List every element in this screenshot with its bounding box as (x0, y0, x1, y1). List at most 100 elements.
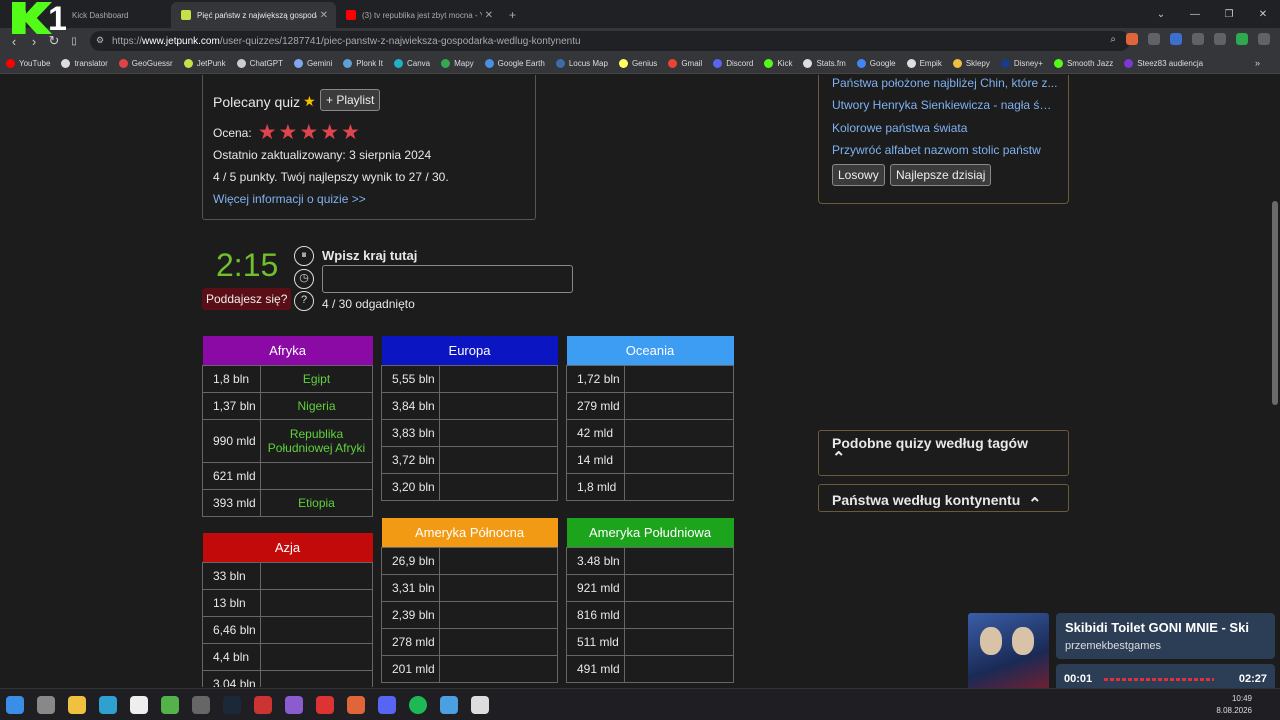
continent-header: Azja (202, 533, 373, 562)
bookmark-item[interactable]: Smooth Jazz (1053, 59, 1113, 68)
related-quiz-link[interactable]: Kolorowe państwa świata (832, 121, 1058, 135)
minimize-icon[interactable]: — (1178, 9, 1212, 20)
bookmark-item[interactable]: Kick (764, 59, 792, 68)
puzzle-icon[interactable] (1258, 33, 1270, 45)
bookmark-item[interactable]: Empik (906, 59, 942, 68)
gdp-value: 42 mld (566, 418, 625, 447)
star-icon[interactable]: ★ (341, 122, 360, 143)
page-content: Polecany quiz ★ + Playlist Ocena: ★ ★ ★ ★ ★ … (0, 75, 1270, 687)
tab-jetpunk-quiz[interactable]: Pięć państw z największą gospodarką ✕ (171, 2, 336, 28)
app-icon[interactable] (316, 695, 334, 714)
explorer-icon[interactable] (68, 695, 86, 714)
table-row: 1,72 bln (566, 364, 734, 393)
spotify-icon[interactable] (409, 695, 427, 714)
close-icon[interactable]: ✕ (320, 10, 328, 21)
extension-icon[interactable] (1214, 33, 1226, 45)
bookmark-item[interactable]: translator (61, 59, 108, 68)
give-up-button[interactable]: Poddajesz się? (202, 288, 292, 310)
answer-input[interactable] (322, 265, 573, 293)
notepad-icon[interactable] (440, 695, 458, 714)
app-icon[interactable] (285, 695, 303, 714)
edge-icon[interactable] (99, 695, 117, 714)
random-quiz-button[interactable]: Losowy (832, 164, 885, 186)
volume-icon[interactable] (1192, 33, 1204, 45)
extension-icon[interactable] (1148, 33, 1160, 45)
site-settings-icon[interactable]: ⚙ (96, 35, 104, 46)
page-scrollbar[interactable] (1270, 75, 1280, 687)
bookmark-icon (61, 59, 71, 68)
table-row: 1,37 bln Nigeria (202, 391, 373, 420)
app-icon[interactable] (192, 695, 210, 714)
bookmark-item[interactable]: Genius (618, 59, 657, 68)
rating-stars[interactable]: ★ ★ ★ ★ ★ (258, 122, 360, 143)
tab-youtube[interactable]: (3) tv republika jest zbyt mocna - YouTu… (336, 2, 501, 28)
star-icon[interactable]: ★ (258, 122, 277, 143)
extension-icon[interactable] (1236, 33, 1248, 45)
system-clock[interactable]: 10:49 8.08.2026 (1216, 693, 1252, 717)
scrollbar-thumb[interactable] (1272, 201, 1278, 405)
best-today-button[interactable]: Najlepsze dzisiaj (890, 164, 992, 186)
maximize-icon[interactable]: ❐ (1212, 9, 1246, 20)
bookmark-item[interactable]: ChatGPT (236, 59, 283, 68)
help-icon[interactable]: ? (294, 291, 314, 311)
bookmark-item[interactable]: Plonk It (343, 59, 383, 68)
add-playlist-button[interactable]: + Playlist (320, 89, 381, 111)
bookmark-item[interactable]: Locus Map (555, 59, 608, 68)
bookmark-item[interactable]: Disney+ (1000, 59, 1043, 68)
bookmark-item[interactable]: GeoGuessr (118, 59, 173, 68)
app-icon[interactable] (254, 695, 272, 714)
bookmark-item[interactable]: Canva (393, 59, 430, 68)
bookmark-item[interactable]: Sklepy (952, 59, 990, 68)
zoom-icon[interactable]: ⌕ (1110, 34, 1116, 45)
related-quiz-link[interactable]: Utwory Henryka Sienkiewicza - nagła śm..… (832, 98, 1058, 112)
bookmark-item[interactable]: YouTube (6, 59, 50, 68)
related-quiz-link[interactable]: Przywróć alfabet nazwom stolic państw (832, 143, 1058, 157)
table-row: 201 mld (381, 654, 558, 683)
star-icon[interactable]: ★ (320, 122, 339, 143)
gdp-value: 511 mld (566, 627, 625, 656)
bookmark-item[interactable]: Gemini (293, 59, 332, 68)
bookmark-item[interactable]: Stats.fm (803, 59, 846, 68)
tab-search-icon[interactable]: ⌄ (1144, 9, 1178, 20)
settings-icon[interactable] (37, 695, 55, 714)
star-icon[interactable]: ★ (279, 122, 298, 143)
extension-icon[interactable] (1170, 33, 1182, 45)
table-oceania: Oceania 1,72 bln 279 mld 42 mld 14 mld 1,8 ml… (566, 336, 734, 501)
similar-tags-section[interactable]: Podobne quizy według tagów ⌃ (818, 430, 1069, 476)
bookmarks-more-icon[interactable]: » (1255, 58, 1260, 68)
windows-start-icon[interactable] (6, 695, 24, 714)
new-tab-button[interactable]: + (509, 8, 516, 22)
brave-icon[interactable] (347, 695, 365, 714)
related-quiz-link[interactable]: Państwa położone najbliżej Chin, które z… (832, 76, 1058, 90)
close-icon[interactable]: ✕ (485, 10, 493, 21)
last-updated: Ostatnio zaktualizowany: 3 sierpnia 2024 (213, 148, 432, 162)
close-window-icon[interactable]: ✕ (1246, 9, 1280, 20)
bookmark-item[interactable]: Gmail (668, 59, 702, 68)
country-answer (260, 588, 373, 617)
minecraft-icon[interactable] (161, 695, 179, 714)
bookmark-item[interactable]: Google Earth (484, 59, 545, 68)
capcut-icon[interactable] (130, 695, 148, 714)
url-field[interactable]: ⚙ https://www.jetpunk.com/user-quizzes/1… (90, 31, 1130, 51)
discord-icon[interactable] (378, 695, 396, 714)
gdp-value: 491 mld (566, 654, 625, 683)
bookmark-item[interactable]: JetPunk (183, 59, 226, 68)
pause-icon[interactable]: ⏸ (294, 246, 314, 266)
star-icon[interactable]: ★ (299, 122, 318, 143)
bookmark-label: ChatGPT (249, 59, 283, 68)
brave-shield-icon[interactable] (1126, 33, 1138, 45)
bookmark-item[interactable]: Mapy (441, 59, 474, 68)
app-icon[interactable] (471, 695, 489, 714)
bookmark-item[interactable]: Discord (713, 59, 753, 68)
bookmark-label: Google Earth (497, 59, 545, 68)
address-bar-row: ‹ › ↻ ▯ ⚙ https://www.jetpunk.com/user-q… (0, 28, 1280, 54)
table-row: 990 mld Republika Południowej Afryki (202, 418, 373, 463)
clock-icon[interactable]: ◷ (294, 269, 314, 289)
more-info-link[interactable]: Więcej informacji o quizie >> (213, 192, 366, 206)
table-row: 26,9 bln (381, 546, 558, 575)
bookmark-item[interactable]: Steez83 audiencja (1124, 59, 1203, 68)
bookmark-item[interactable]: Google (856, 59, 896, 68)
by-continent-section[interactable]: Państwa według kontynentu ⌃ (818, 484, 1069, 513)
bookmark-icon[interactable]: ▯ (64, 36, 84, 47)
steam-icon[interactable] (223, 695, 241, 714)
